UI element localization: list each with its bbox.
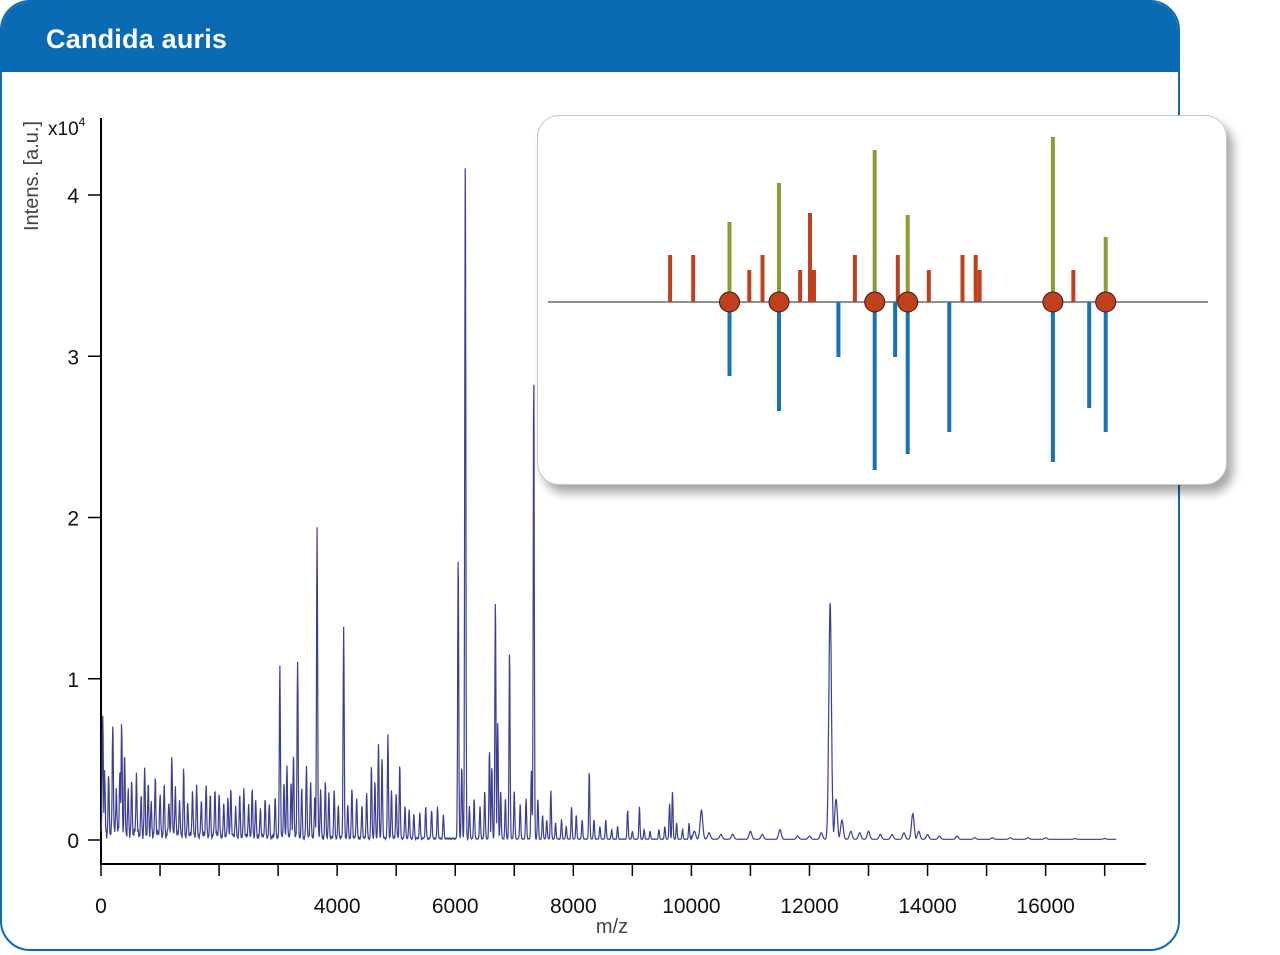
inset-bar-green bbox=[872, 150, 877, 302]
inset-bar-blue bbox=[836, 302, 841, 357]
y-tick-label: 1 bbox=[67, 669, 79, 692]
inset-peak-chart bbox=[548, 137, 1208, 470]
inset-bar-green bbox=[777, 183, 781, 302]
inset-bar-red bbox=[798, 270, 803, 302]
x-tick-label: 16000 bbox=[1016, 895, 1074, 918]
inset-match-marker bbox=[768, 291, 790, 313]
inset-bar-blue bbox=[905, 302, 910, 454]
x-tick-label: 14000 bbox=[898, 895, 956, 918]
inset-match-marker bbox=[897, 291, 919, 313]
inset-bar-green bbox=[727, 222, 732, 302]
inset-match-marker bbox=[719, 291, 740, 313]
inset-markers bbox=[719, 291, 1117, 313]
y-multiplier-base: x10 bbox=[48, 119, 79, 140]
inset-bar-blue bbox=[1103, 302, 1108, 432]
x-tick-label: 4000 bbox=[314, 895, 361, 918]
inset-bar-red bbox=[808, 213, 813, 302]
inset-match-marker bbox=[1042, 291, 1064, 313]
y-axis-title: Intens. [a.u.] bbox=[21, 121, 43, 231]
inset-bar-green bbox=[1050, 137, 1055, 302]
y-multiplier: x104 bbox=[48, 115, 86, 140]
inset-bar-red bbox=[691, 255, 696, 302]
inset-bar-red bbox=[760, 255, 765, 302]
inset-bar-blue bbox=[893, 302, 898, 357]
inset-panel bbox=[537, 115, 1227, 485]
inset-bar-red bbox=[747, 270, 752, 302]
x-tick-label: 6000 bbox=[432, 895, 479, 918]
inset-bar-red bbox=[1071, 270, 1076, 302]
y-tick-label: 3 bbox=[67, 346, 79, 369]
x-tick-label: 10000 bbox=[662, 895, 720, 918]
y-ticks: 0 1 2 3 4 bbox=[67, 185, 101, 853]
x-tick-label: 0 bbox=[95, 895, 107, 918]
inset-bar-green bbox=[905, 215, 910, 302]
inset-bar-blue bbox=[947, 302, 952, 432]
inset-match-marker bbox=[1095, 291, 1117, 313]
y-tick-label: 2 bbox=[67, 508, 79, 531]
inset-bar-red bbox=[926, 270, 931, 302]
inset-match-marker bbox=[864, 291, 886, 313]
x-tick-label: 8000 bbox=[550, 895, 597, 918]
y-tick-label: 4 bbox=[67, 185, 79, 208]
inset-bar-red bbox=[973, 255, 978, 302]
x-ticks: 0 4000 6000 8000 10000 12000 14000 16000 bbox=[95, 864, 1106, 918]
x-axis-title: m/z bbox=[596, 916, 628, 938]
x-tick-label: 12000 bbox=[780, 895, 838, 918]
inset-bar-blue bbox=[777, 302, 781, 411]
inset-bar-blue bbox=[1087, 302, 1092, 408]
inset-bar-blue bbox=[727, 302, 732, 376]
inset-bar-red bbox=[960, 255, 965, 302]
y-multiplier-exponent: 4 bbox=[79, 115, 86, 129]
inset-bar-red bbox=[811, 270, 816, 302]
y-tick-label: 0 bbox=[67, 830, 79, 853]
inset-bar-red bbox=[977, 270, 982, 302]
inset-bar-red bbox=[895, 255, 900, 302]
inset-bar-red bbox=[852, 255, 857, 302]
inset-bar-blue bbox=[872, 302, 877, 470]
inset-bar-blue bbox=[1050, 302, 1055, 462]
inset-bar-red bbox=[668, 255, 673, 302]
